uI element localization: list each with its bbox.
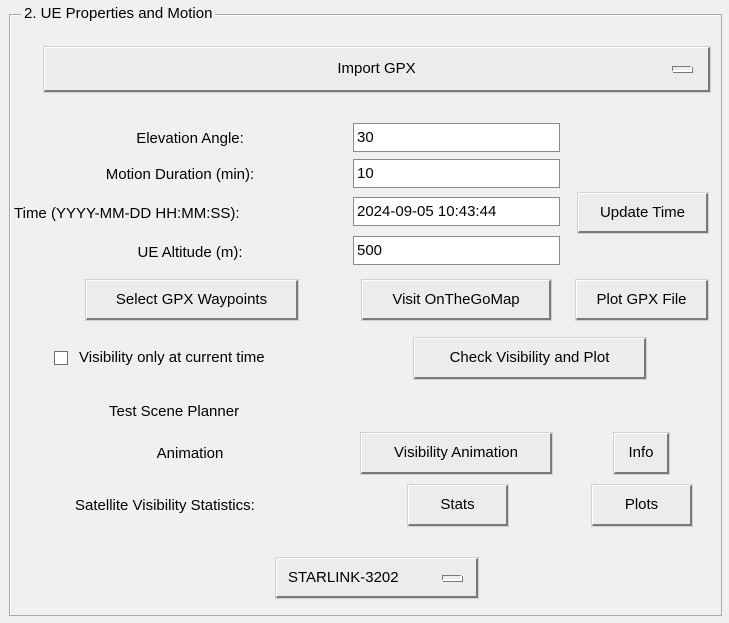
info-button[interactable]: Info <box>614 433 669 474</box>
ue-altitude-label: UE Altitude (m): <box>137 244 243 261</box>
menu-indicator-icon <box>672 66 692 72</box>
satellite-visibility-statistics-label: Satellite Visibility Statistics: <box>75 497 255 514</box>
satellite-select-menu[interactable]: STARLINK-3202 <box>276 558 478 598</box>
motion-duration-field[interactable]: 10 <box>353 159 560 188</box>
update-time-button[interactable]: Update Time <box>578 193 708 233</box>
menu-indicator-icon <box>442 575 462 581</box>
visibility-current-time-checkbox[interactable] <box>54 351 68 365</box>
plot-gpx-file-button[interactable]: Plot GPX File <box>576 280 708 320</box>
visibility-animation-button[interactable]: Visibility Animation <box>361 433 552 474</box>
import-gpx-menu[interactable]: Import GPX <box>44 47 710 92</box>
import-gpx-label: Import GPX <box>337 60 416 77</box>
check-visibility-button[interactable]: Check Visibility and Plot <box>414 338 646 379</box>
ue-altitude-field[interactable]: 500 <box>353 236 560 265</box>
section-title: 2. UE Properties and Motion <box>21 4 216 24</box>
motion-duration-label: Motion Duration (min): <box>105 166 255 183</box>
elevation-angle-field[interactable]: 30 <box>353 123 560 152</box>
visit-onthegomap-button[interactable]: Visit OnTheGoMap <box>362 280 551 320</box>
time-field[interactable]: 2024-09-05 10:43:44 <box>353 197 560 226</box>
elevation-angle-label: Elevation Angle: <box>136 130 244 147</box>
satellite-select-label: STARLINK-3202 <box>288 568 399 586</box>
visibility-current-time-label: Visibility only at current time <box>79 349 265 366</box>
time-label: Time (YYYY-MM-DD HH:MM:SS): <box>14 205 240 222</box>
plots-button[interactable]: Plots <box>592 485 692 526</box>
animation-label: Animation <box>156 445 224 462</box>
stats-button[interactable]: Stats <box>408 485 508 526</box>
test-scene-planner-label: Test Scene Planner <box>109 403 240 420</box>
select-gpx-waypoints-button[interactable]: Select GPX Waypoints <box>86 280 298 320</box>
